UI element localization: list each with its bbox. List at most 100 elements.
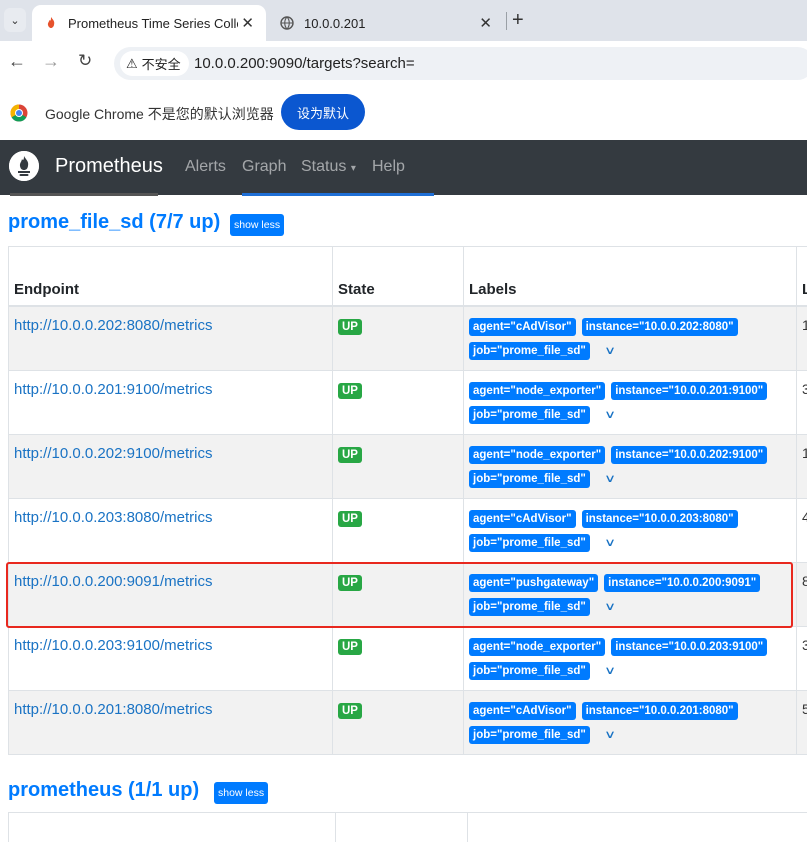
table-row: http://10.0.0.201:9100/metrics UP agent="n… — [9, 370, 807, 434]
browser-tab-strip: ⌄ Prometheus Time Series Colle ✕ 10.0.0.… — [0, 0, 807, 41]
label-badge: agent="cAdVisor" — [469, 702, 576, 720]
close-tab-icon[interactable]: ✕ — [241, 14, 254, 32]
labels-cell: agent="pushgateway"instance="10.0.0.200:… — [464, 562, 797, 626]
table-row: http://10.0.0.203:8080/metrics UP agent="c… — [9, 498, 807, 562]
state-cell: UP — [333, 306, 464, 371]
expand-labels-chevron-icon[interactable]: ∨ — [604, 342, 616, 360]
endpoint-cell: http://10.0.0.203:8080/metrics — [9, 498, 333, 562]
last-scrape-cell: 1 — [797, 434, 807, 498]
infobar-text: Google Chrome 不是您的默认浏览器 — [45, 104, 274, 124]
brand-name[interactable]: Prometheus — [55, 155, 163, 178]
column-header-state: State — [333, 247, 464, 306]
labels-cell: agent="cAdVisor" instance="10.0.0.203:808… — [464, 498, 797, 562]
column-header-labels: Labels — [464, 247, 797, 306]
label-badge: instance="10.0.0.202:9100" — [611, 446, 767, 464]
endpoint-link[interactable]: http://10.0.0.201:9100/metrics — [14, 381, 212, 398]
endpoint-cell: http://10.0.0.200:9091/metrics — [9, 562, 333, 626]
table-row: http://10.0.0.203:9100/metrics UP agent="n… — [9, 626, 807, 690]
endpoint-link[interactable]: http://10.0.0.203:8080/metrics — [14, 509, 212, 526]
table-cell — [335, 812, 467, 842]
label-badge: instance="10.0.0.203:8080" — [582, 510, 738, 528]
last-scrape-cell: 3 — [797, 626, 807, 690]
state-cell: UP — [333, 626, 464, 690]
endpoint-link[interactable]: http://10.0.0.201:8080/metrics — [14, 701, 212, 718]
endpoint-link[interactable]: http://10.0.0.202:8080/metrics — [14, 317, 212, 334]
state-cell: UP — [333, 498, 464, 562]
show-less-button[interactable]: show less — [230, 214, 284, 236]
expand-labels-chevron-icon[interactable]: ∨ — [604, 470, 616, 488]
prometheus-navbar: Prometheus Alerts Graph Status ▾ Help — [0, 140, 807, 195]
tab-search-chevron-icon[interactable]: ⌄ — [4, 8, 26, 32]
nav-alerts[interactable]: Alerts — [185, 158, 226, 176]
state-badge: UP — [338, 383, 362, 399]
last-scrape-cell: 5 — [797, 690, 807, 754]
section-title-prome-file-sd[interactable]: prome_file_sd (7/7 up) — [8, 211, 220, 234]
security-indicator[interactable]: ⚠ 不安全 — [120, 51, 189, 76]
state-badge: UP — [338, 575, 362, 591]
label-badge: agent="cAdVisor" — [469, 510, 576, 528]
expand-labels-chevron-icon[interactable]: ∨ — [604, 406, 616, 424]
nav-help[interactable]: Help — [372, 158, 405, 176]
last-scrape-cell: 4 — [797, 498, 807, 562]
labels-cell: agent="cAdVisor"instance="10.0.0.202:808… — [464, 306, 797, 371]
expand-labels-chevron-icon[interactable]: ∨ — [604, 662, 616, 680]
label-badge: agent="node_exporter" — [469, 446, 605, 464]
state-badge: UP — [338, 319, 362, 335]
label-badge: job="prome_file_sd" — [469, 534, 590, 552]
label-badge: instance="10.0.0.201:8080" — [582, 702, 738, 720]
expand-labels-chevron-icon[interactable]: ∨ — [604, 598, 616, 616]
table-row: http://10.0.0.202:9100/metrics UP agent="n… — [9, 434, 807, 498]
nav-graph[interactable]: Graph — [242, 158, 286, 176]
nav-status[interactable]: Status ▾ — [301, 158, 356, 176]
state-cell: UP — [333, 562, 464, 626]
set-default-button[interactable]: 设为默认 — [281, 94, 365, 130]
scrolled-element-edge — [10, 193, 158, 196]
column-header-endpoint: Endpoint — [9, 247, 333, 306]
table-cell — [467, 812, 807, 842]
reload-icon[interactable]: ↻ — [78, 51, 92, 71]
new-tab-icon[interactable]: + — [512, 9, 524, 32]
labels-cell: agent="node_exporter"instance="10.0.0.20… — [464, 370, 797, 434]
forward-icon[interactable]: → — [42, 51, 60, 72]
globe-icon — [280, 16, 294, 30]
tab-second[interactable]: 10.0.0.201 ✕ — [270, 5, 504, 41]
table-row: http://10.0.0.202:8080/metrics UP agent="c… — [9, 306, 807, 371]
label-badge: agent="cAdVisor" — [469, 318, 576, 336]
table-row: http://10.0.0.200:9091/metrics UP agent="p… — [9, 562, 807, 626]
back-icon[interactable]: ← — [8, 51, 26, 72]
state-badge: UP — [338, 639, 362, 655]
caret-down-icon: ▾ — [351, 163, 356, 174]
label-badge: instance="10.0.0.203:9100" — [611, 638, 767, 656]
state-cell: UP — [333, 370, 464, 434]
expand-labels-chevron-icon[interactable]: ∨ — [604, 534, 616, 552]
state-cell: UP — [333, 434, 464, 498]
tab-divider — [506, 12, 507, 30]
state-badge: UP — [338, 511, 362, 527]
column-header-last-scrape: L — [797, 247, 807, 306]
chrome-logo-icon — [10, 104, 28, 122]
prometheus-favicon — [44, 16, 58, 30]
tab-title: 10.0.0.201 — [304, 16, 474, 31]
labels-cell: agent="node_exporter" instance="10.0.0.20… — [464, 626, 797, 690]
endpoint-cell: http://10.0.0.202:9100/metrics — [9, 434, 333, 498]
label-badge: instance="10.0.0.200:9091" — [604, 574, 760, 592]
label-badge: job="prome_file_sd" — [469, 598, 590, 616]
close-tab-icon[interactable]: ✕ — [479, 14, 492, 32]
prometheus-logo-icon[interactable] — [9, 151, 39, 181]
state-badge: UP — [338, 447, 362, 463]
expand-labels-chevron-icon[interactable]: ∨ — [604, 726, 616, 744]
endpoint-link[interactable]: http://10.0.0.200:9091/metrics — [14, 573, 212, 590]
omnibox[interactable]: ⚠ 不安全 10.0.0.200:9090/targets?search= — [114, 47, 807, 80]
last-scrape-cell: 1 — [797, 306, 807, 371]
label-badge: job="prome_file_sd" — [469, 662, 590, 680]
section-title-prometheus[interactable]: prometheus (1/1 up) — [8, 779, 199, 802]
tab-prometheus[interactable]: Prometheus Time Series Colle ✕ — [32, 5, 266, 41]
endpoint-link[interactable]: http://10.0.0.202:9100/metrics — [14, 445, 212, 462]
url-text[interactable]: 10.0.0.200:9090/targets?search= — [194, 55, 415, 72]
endpoint-link[interactable]: http://10.0.0.203:9100/metrics — [14, 637, 212, 654]
label-badge: agent="node_exporter" — [469, 638, 605, 656]
label-badge: instance="10.0.0.201:9100" — [611, 382, 767, 400]
last-scrape-cell: 3 — [797, 370, 807, 434]
state-cell: UP — [333, 690, 464, 754]
show-less-button[interactable]: show less — [214, 782, 268, 804]
